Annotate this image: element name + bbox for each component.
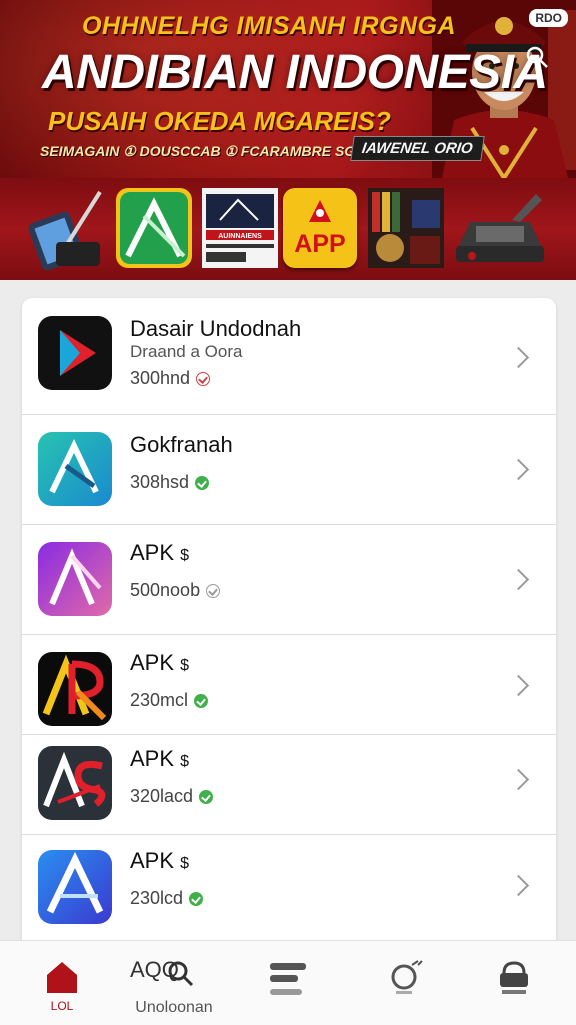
chevron-right-icon[interactable]: [507, 874, 530, 897]
status-icon: [196, 371, 211, 386]
item-title: APK $: [130, 540, 190, 565]
purple-a-icon: [38, 542, 112, 616]
teal-a-icon: [38, 432, 112, 506]
phone-stylus-icon[interactable]: [26, 186, 106, 270]
verified-icon: [189, 891, 204, 906]
item-size: 320lacd: [130, 786, 194, 806]
item-title: APK $: [130, 650, 190, 675]
item-subtitle: Draand a Oora: [130, 342, 243, 361]
bottom-nav: LOL AQQ Unoloonan: [0, 940, 576, 1025]
list-item[interactable]: APK $ 500noob: [22, 524, 556, 635]
nav-home[interactable]: LOL: [14, 941, 110, 1025]
price-tag: $: [180, 657, 190, 674]
ap-black-icon: [38, 652, 112, 726]
gamepad-icon: [391, 960, 423, 994]
item-title: Dasair Undodnah: [130, 316, 302, 341]
status-icon: [206, 583, 221, 598]
list-item[interactable]: APK $ 320lacd: [22, 734, 556, 835]
verified-icon: [195, 475, 210, 490]
item-size: 500noob: [130, 580, 201, 600]
app-list: Dasair Undodnah Draand a Oora 300hnd Gok…: [22, 298, 556, 958]
menu-lines-icon: [270, 963, 306, 995]
svg-text:AUINNAIENS: AUINNAIENS: [218, 233, 262, 240]
price-tag: $: [180, 547, 190, 564]
price-tag: $: [180, 753, 190, 770]
hero-line3: PUSAIH OKEDA MGAREIS?: [48, 106, 391, 136]
verified-icon: [199, 789, 214, 804]
chevron-right-icon[interactable]: [507, 768, 530, 791]
chevron-right-icon[interactable]: [507, 346, 530, 369]
item-size: 308hsd: [130, 472, 190, 492]
home-icon: [47, 962, 77, 993]
item-meta: 230lcd: [130, 888, 204, 909]
item-size: 230mcl: [130, 690, 189, 710]
profile-lock-icon: [500, 961, 528, 994]
newspaper-icon[interactable]: AUINNAIENS: [200, 186, 280, 270]
search-apps-icon: [168, 961, 194, 987]
item-meta: 500noob: [130, 580, 221, 601]
item-meta: 320lacd: [130, 786, 214, 807]
app-button-label: APP: [294, 230, 346, 258]
as-dark-icon: [38, 746, 112, 820]
chevron-right-icon[interactable]: [507, 674, 530, 697]
item-meta: 300hnd: [130, 368, 211, 389]
search-icon[interactable]: [524, 44, 550, 70]
app-logo-icon: [309, 200, 331, 222]
play-red-icon: [38, 316, 112, 390]
hero-corner-tag[interactable]: RDO: [529, 9, 568, 27]
featured-app-strip: AUINNAIENS APP: [0, 178, 576, 280]
item-meta: 230mcl: [130, 690, 209, 711]
list-item[interactable]: Gokfranah 308hsd: [22, 414, 556, 525]
list-item[interactable]: APK $ 230mcl: [22, 634, 556, 735]
hero-headline: ANDIBIAN INDONESIA: [42, 46, 548, 99]
hero-badge[interactable]: IAWENEL ORIO: [350, 136, 485, 161]
green-a-app-icon[interactable]: [114, 186, 194, 270]
list-item[interactable]: Dasair Undodnah Draand a Oora 300hnd: [22, 298, 556, 415]
nav-menu[interactable]: [240, 941, 336, 1025]
hero-banner[interactable]: OHHNELHG IMISANH IRGNGA ANDIBIAN INDONES…: [0, 0, 576, 178]
chevron-right-icon[interactable]: [507, 458, 530, 481]
gadget-device-icon[interactable]: [452, 186, 548, 270]
nav-home-label: LOL: [50, 999, 74, 1013]
nav-apps[interactable]: AQQ Unoloonan: [126, 941, 222, 1025]
nav-games[interactable]: [358, 941, 454, 1025]
item-meta: 308hsd: [130, 472, 210, 493]
app-button-tile[interactable]: APP: [283, 188, 357, 268]
item-title: APK $: [130, 746, 190, 771]
nav-apps-label: Unoloonan: [135, 999, 213, 1016]
chevron-right-icon[interactable]: [507, 568, 530, 591]
item-title: Gokfranah: [130, 432, 233, 457]
verified-icon: [194, 693, 209, 708]
item-size: 230lcd: [130, 888, 184, 908]
item-size: 300hnd: [130, 368, 191, 388]
book-shelf-icon[interactable]: [366, 186, 446, 270]
item-title: APK $: [130, 848, 190, 873]
hero-line1: OHHNELHG IMISANH IRGNGA: [82, 12, 456, 40]
nav-profile[interactable]: [466, 941, 562, 1025]
price-tag: $: [180, 855, 190, 872]
blue-a-icon: [38, 850, 112, 924]
